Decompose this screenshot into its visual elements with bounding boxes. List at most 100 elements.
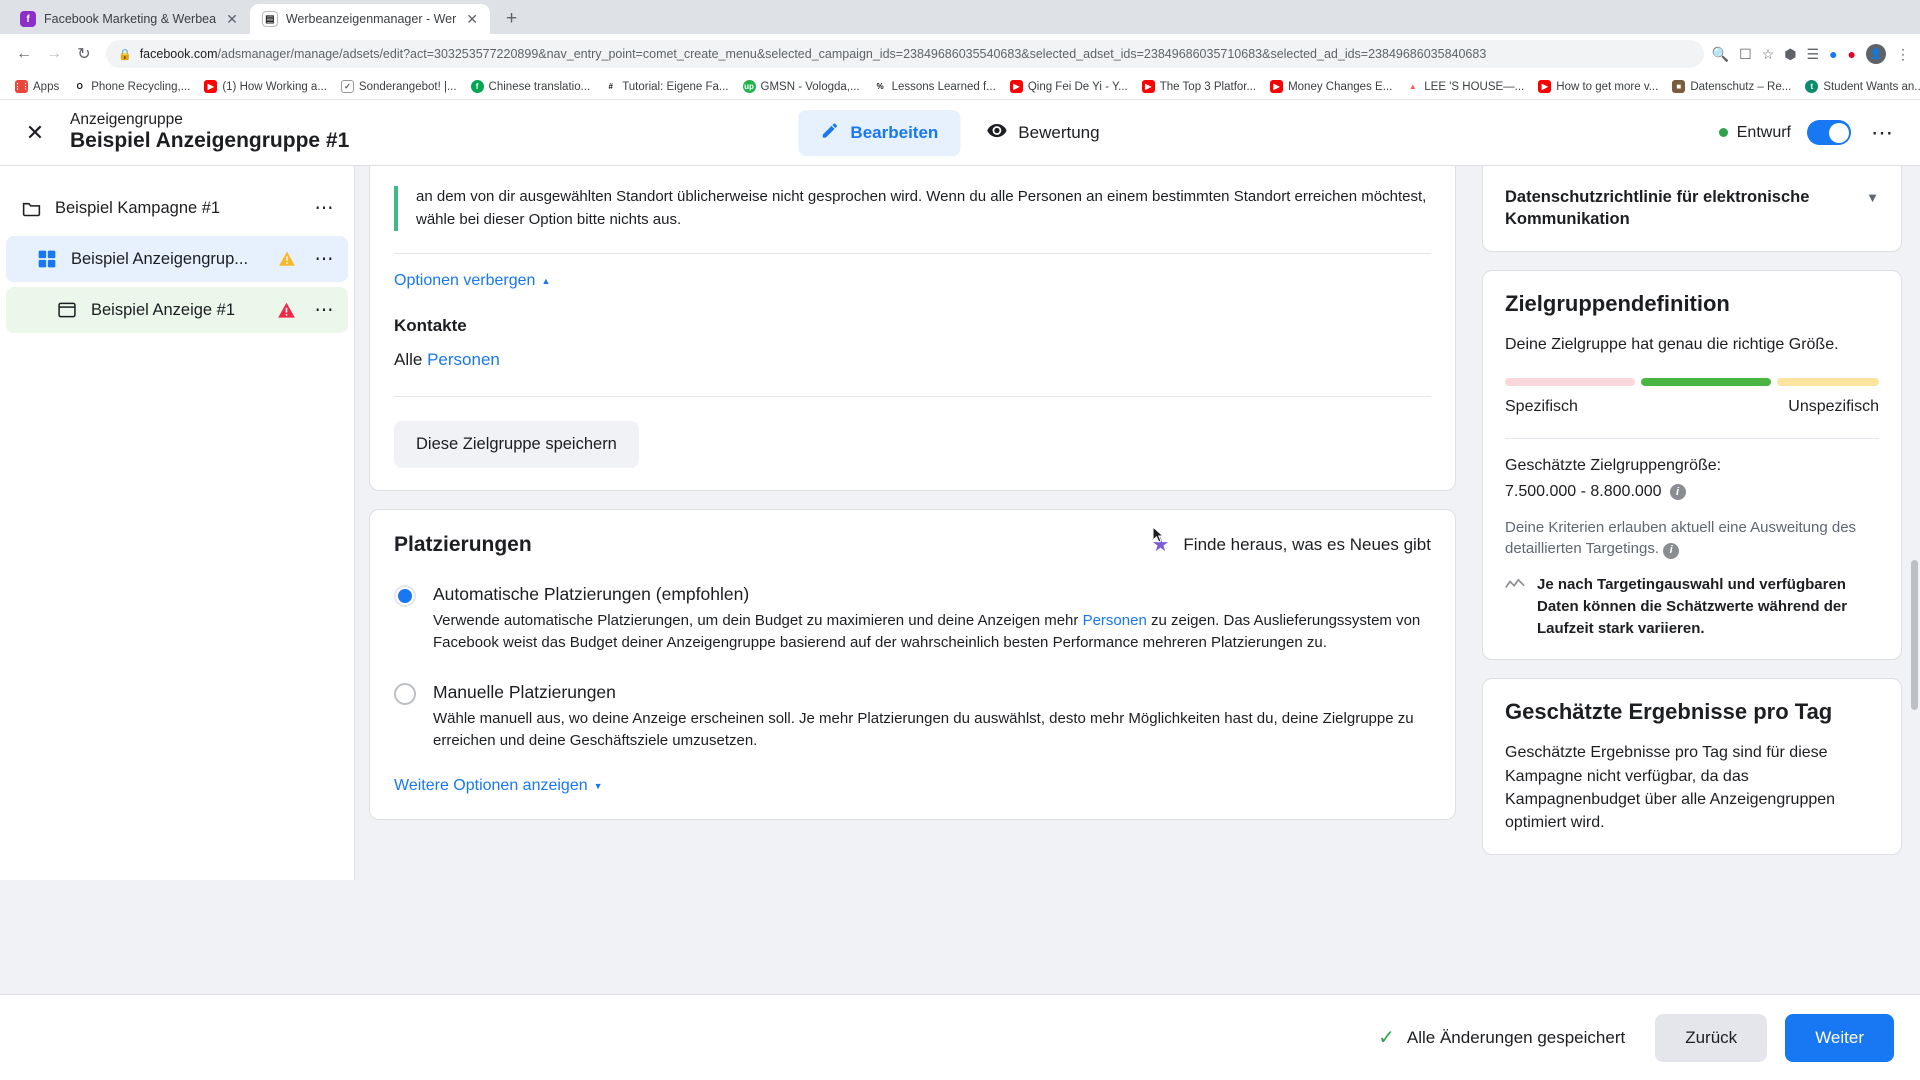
forward-icon[interactable]: → bbox=[40, 40, 68, 68]
check-circle-icon: ✓ bbox=[340, 80, 354, 93]
bookmark-12[interactable]: ▶ How to get more v... bbox=[1531, 80, 1665, 93]
placements-new-badge[interactable]: ★ Finde heraus, was es Neues gibt bbox=[1151, 532, 1431, 557]
back-icon[interactable]: ← bbox=[10, 40, 38, 68]
ad-card-icon bbox=[56, 299, 78, 321]
bookmark-13[interactable]: ■ Datenschutz – Re... bbox=[1665, 80, 1798, 93]
bookmark-6[interactable]: up GMSN - Vologda,... bbox=[736, 80, 867, 93]
youtube-icon: ▶ bbox=[1141, 80, 1155, 93]
meter-label-right: Unspezifisch bbox=[1788, 397, 1879, 415]
bookmark-label: Chinese translatio... bbox=[488, 80, 591, 93]
bookmark-11[interactable]: ▲ LEE 'S HOUSE—... bbox=[1399, 80, 1531, 93]
status-badge: Entwurf bbox=[1718, 124, 1791, 142]
privacy-policy-card[interactable]: Datenschutzrichtlinie für elektronische … bbox=[1482, 166, 1902, 252]
photo-icon: ■ bbox=[1672, 80, 1686, 93]
personen-link[interactable]: Personen bbox=[1083, 612, 1147, 629]
tab-bewertung[interactable]: Bewertung bbox=[964, 109, 1121, 157]
radio-manual[interactable] bbox=[394, 682, 416, 705]
sidebar-item-campaign[interactable]: Beispiel Kampagne #1 ⋯ bbox=[6, 185, 348, 231]
more-options-icon[interactable]: ⋯ bbox=[309, 197, 335, 220]
trend-wave-icon bbox=[1505, 574, 1525, 639]
info-icon[interactable]: i bbox=[1669, 483, 1686, 500]
placements-title: Platzierungen bbox=[394, 532, 532, 556]
reload-icon[interactable]: ↻ bbox=[70, 40, 98, 68]
next-button[interactable]: Weiter bbox=[1785, 1013, 1894, 1062]
bookmark-label: Apps bbox=[33, 80, 60, 93]
chevron-down-icon[interactable]: ▼ bbox=[1866, 186, 1879, 205]
adset-active-toggle[interactable] bbox=[1807, 120, 1851, 145]
browser-tab-2-title: Werbeanzeigenmanager - Wer bbox=[285, 12, 457, 26]
youtube-icon: ▶ bbox=[1270, 80, 1284, 93]
bookmark-apps[interactable]: ⋮⋮ Apps bbox=[8, 80, 66, 93]
info-icon[interactable]: i bbox=[1663, 543, 1680, 560]
folder-icon bbox=[20, 197, 42, 219]
privacy-policy-title: Datenschutzrichtlinie für elektronische … bbox=[1505, 188, 1810, 229]
address-bar[interactable]: 🔒 facebook.com/adsmanager/manage/adsets/… bbox=[106, 40, 1704, 68]
meter-segment-good bbox=[1641, 377, 1771, 386]
bookmark-2[interactable]: ▶ (1) How Working a... bbox=[197, 80, 334, 93]
close-icon[interactable]: ✕ bbox=[224, 12, 240, 26]
bookmark-14[interactable]: t Student Wants an... bbox=[1798, 80, 1920, 93]
zoom-icon[interactable]: 🔍 bbox=[1712, 46, 1729, 63]
error-icon bbox=[277, 301, 296, 320]
close-icon[interactable]: ✕ bbox=[18, 116, 52, 150]
hash-icon: # bbox=[604, 80, 618, 93]
bookmark-8[interactable]: ▶ Qing Fei De Yi - Y... bbox=[1003, 80, 1135, 93]
main-content-scroll[interactable]: an dem von dir ausgewählten Standort übl… bbox=[355, 166, 1470, 880]
tab-bearbeiten[interactable]: Bearbeiten bbox=[798, 109, 961, 156]
privacy-policy-row[interactable]: Datenschutzrichtlinie für elektronische … bbox=[1505, 186, 1879, 231]
bookmark-3[interactable]: ✓ Sonderangebot! |... bbox=[334, 80, 464, 93]
placements-more-options-link[interactable]: Weitere Optionen anzeigen bbox=[394, 777, 603, 795]
bookmark-4[interactable]: f Chinese translatio... bbox=[464, 80, 598, 93]
sidebar-item-ad[interactable]: Beispiel Anzeige #1 ⋯ bbox=[6, 287, 348, 333]
pinterest-extension-icon[interactable]: ● bbox=[1848, 46, 1856, 62]
bookmarks-bar: ⋮⋮ Apps O Phone Recycling,... ▶ (1) How … bbox=[0, 74, 1920, 100]
placement-option-automatic[interactable]: Automatische Platzierungen (empfohlen) V… bbox=[370, 583, 1455, 655]
placement-option-manual[interactable]: Manuelle Platzierungen Wähle manuell aus… bbox=[370, 681, 1455, 753]
bookmark-5[interactable]: # Tutorial: Eigene Fa... bbox=[597, 80, 735, 93]
bookmark-1[interactable]: O Phone Recycling,... bbox=[66, 80, 197, 93]
targeting-expansion-text: Deine Kriterien erlauben aktuell eine Au… bbox=[1505, 518, 1857, 558]
sidebar-item-adset[interactable]: Beispiel Anzeigengrup... ⋯ bbox=[6, 236, 348, 282]
meter-segment-broad bbox=[1777, 377, 1879, 386]
radio-automatic[interactable] bbox=[394, 585, 416, 607]
browser-menu-icon[interactable]: ⋮ bbox=[1896, 46, 1910, 63]
close-icon[interactable]: ✕ bbox=[464, 12, 480, 26]
more-options-icon[interactable]: ⋯ bbox=[309, 299, 335, 322]
new-tab-button[interactable]: + bbox=[498, 8, 525, 34]
workspace: Beispiel Kampagne #1 ⋯ Beispiel Anzeigen… bbox=[0, 166, 1920, 1080]
youtube-icon: ▶ bbox=[1009, 80, 1023, 93]
bookmark-9[interactable]: ▶ The Top 3 Platfor... bbox=[1135, 80, 1263, 93]
facebook-extension-icon[interactable]: ● bbox=[1829, 46, 1837, 62]
footer-action-bar: ✓ Alle Änderungen gespeichert Zurück Wei… bbox=[0, 994, 1920, 1080]
more-options-icon[interactable]: ⋯ bbox=[309, 248, 335, 271]
bookmark-label: Qing Fei De Yi - Y... bbox=[1027, 80, 1128, 93]
browser-tab-1[interactable]: f Facebook Marketing & Werbea ✕ bbox=[8, 4, 250, 34]
sidebar-item-campaign-label: Beispiel Kampagne #1 bbox=[55, 198, 221, 217]
status-dot-icon bbox=[1718, 128, 1728, 137]
contacts-value: Alle Personen bbox=[394, 350, 1431, 370]
apps-grid-icon: ⋮⋮ bbox=[13, 80, 30, 93]
placements-more-options[interactable]: Weitere Optionen anzeigen bbox=[370, 777, 1455, 795]
url-text: facebook.com/adsmanager/manage/adsets/ed… bbox=[140, 47, 1487, 61]
estimated-audience-size: Geschätzte Zielgruppengröße: 7.500.000 -… bbox=[1505, 457, 1879, 501]
bookmark-star-icon[interactable]: ☆ bbox=[1762, 46, 1775, 63]
back-button[interactable]: Zurück bbox=[1655, 1013, 1768, 1062]
bookmark-label: The Top 3 Platfor... bbox=[1159, 80, 1257, 93]
extension-puzzle-icon[interactable]: ⬢ bbox=[1784, 46, 1796, 63]
translate-icon[interactable]: ☐ bbox=[1739, 46, 1752, 63]
bookmark-7[interactable]: % Lessons Learned f... bbox=[867, 80, 1003, 93]
save-audience-button[interactable]: Diese Zielgruppe speichern bbox=[394, 421, 639, 468]
bookmark-10[interactable]: ▶ Money Changes E... bbox=[1263, 80, 1399, 93]
list-icon[interactable]: ☰ bbox=[1807, 46, 1820, 63]
profile-avatar[interactable]: 👤 bbox=[1866, 44, 1886, 64]
hide-options-link[interactable]: Optionen verbergen bbox=[394, 272, 550, 290]
divider bbox=[1505, 437, 1879, 439]
browser-tab-2[interactable]: ▤ Werbeanzeigenmanager - Wer ✕ bbox=[249, 4, 491, 34]
more-options-icon[interactable]: ⋯ bbox=[1867, 120, 1898, 146]
contacts-personen-link[interactable]: Personen bbox=[427, 350, 500, 369]
placement-option-automatic-title: Automatische Platzierungen (empfohlen) bbox=[433, 584, 750, 604]
page-title: Beispiel Anzeigengruppe #1 bbox=[70, 129, 350, 153]
audience-size-meter bbox=[1505, 377, 1879, 386]
bookmark-label: Datenschutz – Re... bbox=[1690, 80, 1792, 93]
rail-scrollbar[interactable] bbox=[1911, 560, 1918, 710]
